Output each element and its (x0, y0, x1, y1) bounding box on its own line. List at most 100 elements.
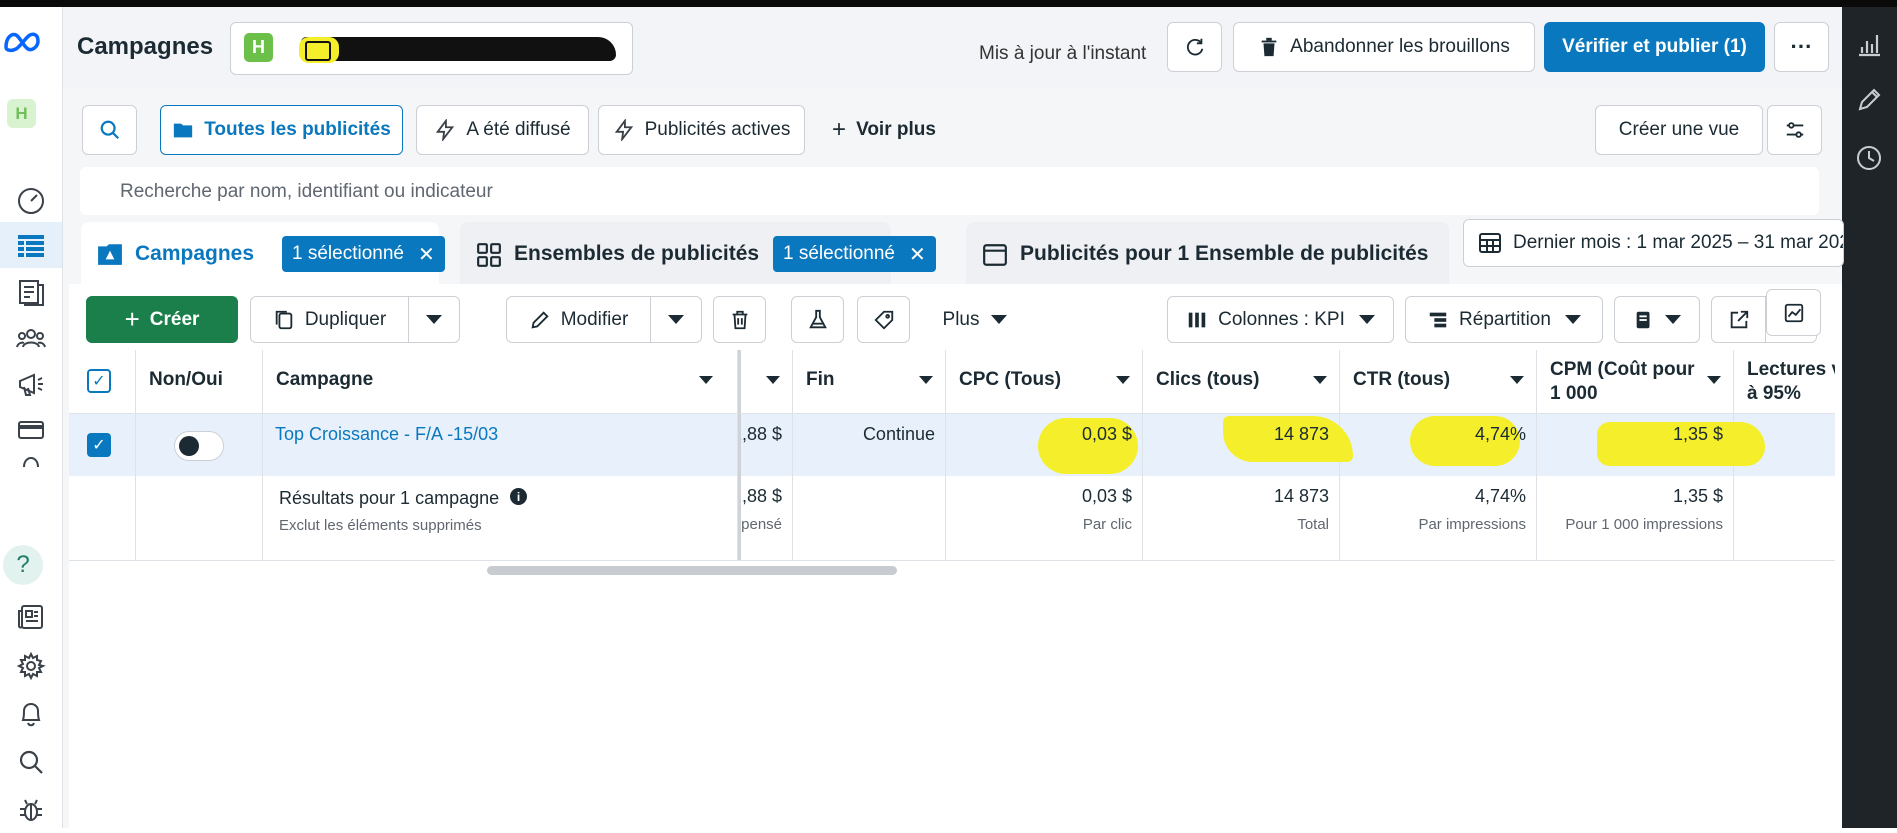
history-clock-icon[interactable] (1854, 143, 1884, 173)
info-icon[interactable]: i (510, 488, 527, 505)
duplicate-dropdown[interactable] (408, 296, 460, 343)
table-row[interactable]: ✓ Top Croissance - F/A -15/03 2,88 $ Con… (69, 414, 1835, 477)
sort-caret-icon[interactable] (1116, 376, 1130, 384)
discard-drafts-button[interactable]: Abandonner les brouillons (1233, 22, 1535, 72)
col-toggle[interactable]: Non/Oui (136, 350, 263, 414)
settings-gear-icon[interactable] (0, 643, 62, 689)
col-ctr[interactable]: CTR (tous) (1340, 350, 1537, 414)
debug-bug-icon[interactable] (0, 787, 62, 833)
nav-pages-icon[interactable] (0, 269, 62, 315)
refresh-button[interactable] (1167, 22, 1222, 72)
close-icon[interactable]: ✕ (909, 242, 926, 267)
search-input[interactable]: Recherche par nom, identifiant ou indica… (80, 167, 1819, 215)
tab-ads[interactable]: Publicités pour 1 Ensemble de publicités (966, 222, 1449, 284)
view-settings-button[interactable] (1767, 105, 1822, 155)
adsets-selected-chip[interactable]: 1 sélectionné ✕ (773, 236, 936, 272)
row-cpc-cell: 0,03 $ (946, 414, 1143, 476)
sort-caret-icon[interactable] (919, 376, 933, 384)
col-clicks[interactable]: Clics (tous) (1143, 350, 1340, 414)
duplicate-button[interactable]: Dupliquer (250, 296, 409, 343)
ab-test-button[interactable] (791, 296, 844, 343)
header-bar: Campagnes H Mis à jour à l'instant Aband… (63, 7, 1842, 87)
row-campaign-cell: Top Croissance - F/A -15/03 (263, 414, 738, 476)
nav-news-icon[interactable] (0, 594, 62, 640)
chip-all-ads[interactable]: Toutes les publicités (160, 105, 403, 155)
search-toggle-button[interactable] (82, 105, 137, 155)
summary-spent-value: 2,88 $ (741, 486, 782, 506)
date-range-label: Dernier mois : 1 mar 2025 – 31 mar 2025 (1513, 232, 1844, 253)
edit-button[interactable]: Modifier (506, 296, 651, 343)
duplicate-label: Dupliquer (304, 308, 387, 330)
sort-caret-icon[interactable] (699, 376, 713, 384)
sort-caret-icon[interactable] (766, 376, 780, 384)
more-actions-label: Plus (942, 308, 980, 330)
campaign-name-link[interactable]: Top Croissance - F/A -15/03 (275, 424, 498, 445)
summary-ctr-value: 4,74% (1474, 486, 1526, 506)
delete-button[interactable] (713, 296, 766, 343)
search-icon[interactable] (0, 739, 62, 785)
export-button[interactable] (1711, 296, 1766, 343)
nav-campaigns-table-icon[interactable] (0, 222, 62, 268)
summary-end-cell (793, 476, 946, 560)
summary-cpm-sub: Pour 1 000 impressions (1565, 516, 1723, 533)
col-cpc[interactable]: CPC (Tous) (946, 350, 1143, 414)
page-title: Campagnes (77, 33, 214, 60)
search-placeholder: Recherche par nom, identifiant ou indica… (120, 181, 493, 202)
columns-button[interactable]: Colonnes : KPI (1167, 296, 1394, 343)
sliders-icon (1786, 122, 1803, 138)
meta-logo-icon[interactable] (2, 29, 42, 55)
col-end[interactable]: Fin (793, 350, 946, 414)
col-spent[interactable] (738, 350, 793, 414)
breakdown-button[interactable]: Répartition (1405, 296, 1603, 343)
review-publish-button[interactable]: Vérifier et publier (1) (1544, 22, 1765, 72)
more-actions-button[interactable]: Plus (925, 296, 1025, 343)
campaigns-selected-chip[interactable]: 1 sélectionné ✕ (282, 236, 445, 272)
row-checkbox[interactable]: ✓ (87, 433, 111, 457)
calendar-table-icon (1479, 233, 1501, 253)
sort-caret-icon[interactable] (1510, 376, 1524, 384)
col-ctr-label: CTR (tous) (1353, 369, 1451, 390)
select-all-header[interactable]: ✓ (69, 350, 136, 414)
tab-campaigns[interactable]: Campagnes 1 sélectionné ✕ (81, 222, 445, 284)
select-all-checkbox[interactable]: ✓ (87, 369, 111, 393)
edit-pencil-icon[interactable] (1854, 85, 1884, 115)
chip-active-ads[interactable]: Publicités actives (598, 105, 805, 155)
campaign-onoff-toggle[interactable] (174, 431, 224, 461)
ad-account-icon (305, 41, 331, 61)
tab-adsets-label: Ensembles de publicités (514, 242, 760, 265)
ctr-value: 4,74% (1474, 424, 1526, 444)
chart-bars-icon[interactable] (1854, 29, 1884, 59)
create-button[interactable]: + Créer (86, 296, 238, 343)
edit-dropdown[interactable] (650, 296, 702, 343)
notifications-bell-icon[interactable] (0, 691, 62, 737)
help-icon[interactable]: ? (3, 545, 43, 585)
see-more-button[interactable]: + Voir plus (813, 105, 955, 155)
date-range-picker[interactable]: Dernier mois : 1 mar 2025 – 31 mar 2025 (1463, 219, 1844, 267)
summary-cpc-sub: Par clic (1082, 516, 1132, 533)
reports-button[interactable] (1614, 296, 1700, 343)
col-video-plays[interactable]: Lectures vidéo à 95% (1734, 350, 1835, 414)
horizontal-scrollbar[interactable] (487, 566, 897, 575)
trend-chart-button[interactable] (1766, 289, 1821, 336)
account-avatar[interactable]: H (7, 99, 36, 128)
tag-button[interactable] (857, 296, 910, 343)
nav-audiences-icon[interactable] (0, 315, 62, 361)
tab-adsets[interactable]: Ensembles de publicités 1 sélectionné ✕ (460, 222, 936, 284)
summary-cpc-cell: 0,03 $ Par clic (946, 476, 1143, 560)
close-icon[interactable]: ✕ (418, 242, 435, 267)
top-black-bar (0, 0, 1897, 7)
summary-spent-sub: Dépensé (741, 516, 782, 533)
col-campaign[interactable]: Campagne (263, 350, 738, 414)
more-options-button[interactable]: ··· (1774, 22, 1829, 72)
account-selector[interactable]: H (230, 22, 633, 75)
row-video-cell (1734, 414, 1835, 476)
sort-caret-icon[interactable] (1313, 376, 1327, 384)
nav-ads-megaphone-icon[interactable] (0, 361, 62, 407)
col-cpm[interactable]: CPM (Coût pour 1 000 impressions) (1537, 350, 1734, 414)
row-spent-cell: 2,88 $ (738, 414, 793, 476)
nav-overview-icon[interactable] (0, 177, 62, 223)
nav-partial-icon[interactable] (0, 445, 62, 475)
chip-delivered[interactable]: A été diffusé (416, 105, 589, 155)
create-view-button[interactable]: Créer une vue (1595, 105, 1763, 155)
sort-caret-icon[interactable] (1707, 376, 1721, 384)
